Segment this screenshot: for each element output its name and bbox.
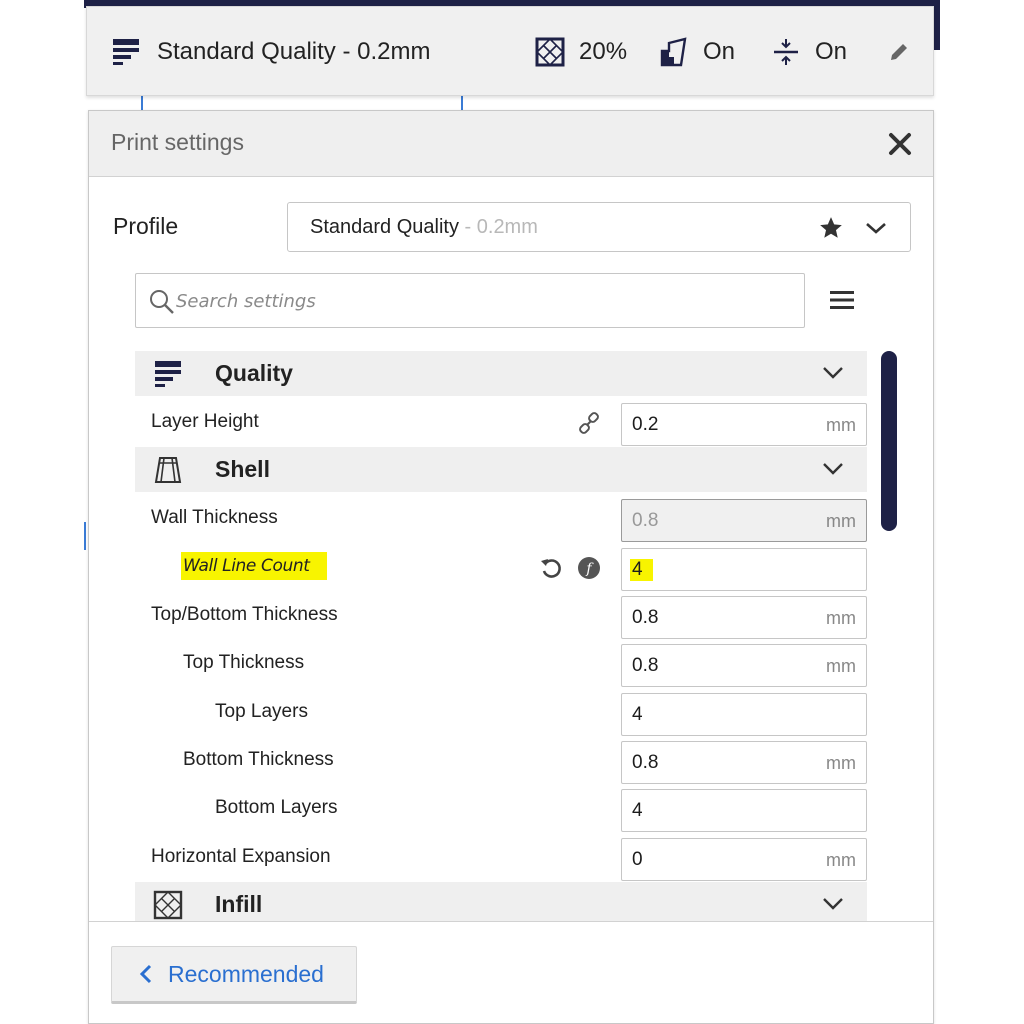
- category-shell[interactable]: Shell: [135, 447, 867, 492]
- close-icon[interactable]: [885, 129, 915, 159]
- header-adhesion[interactable]: On: [771, 7, 847, 97]
- settings-list: Quality Layer Height 0.2 mm Shell Wall T…: [135, 351, 867, 921]
- star-icon[interactable]: [818, 215, 844, 241]
- divider-tick: [141, 96, 143, 110]
- horizontal-expansion-input[interactable]: 0 mm: [621, 838, 867, 881]
- print-settings-panel: Print settings Profile Standard Quality …: [88, 110, 934, 1024]
- setting-label: Top/Bottom Thickness: [151, 604, 338, 625]
- search-settings[interactable]: [135, 273, 805, 328]
- formula-icon[interactable]: f: [577, 556, 601, 580]
- setting-label: Wall Thickness: [151, 507, 278, 528]
- layer-height-input[interactable]: 0.2 mm: [621, 403, 867, 446]
- header-infill[interactable]: 20%: [535, 7, 627, 97]
- quality-icon: [113, 39, 139, 65]
- panel-footer: Recommended: [89, 921, 933, 1023]
- panel-header: Print settings: [89, 111, 933, 177]
- setting-label: Layer Height: [151, 411, 259, 432]
- setting-wall-line-count: Wall Line Count f 4: [135, 544, 867, 592]
- chevron-down-icon[interactable]: [864, 216, 888, 240]
- shell-icon: [154, 457, 182, 483]
- setting-top-thickness: Top Thickness 0.8 mm: [135, 640, 867, 688]
- profile-dropdown[interactable]: Standard Quality - 0.2mm: [287, 202, 911, 252]
- setting-top-layers: Top Layers 4: [135, 689, 867, 737]
- search-input[interactable]: [176, 284, 776, 318]
- bottom-layers-input[interactable]: 4: [621, 789, 867, 832]
- wall-thickness-input[interactable]: 0.8 mm: [621, 499, 867, 542]
- bottom-thickness-input[interactable]: 0.8 mm: [621, 741, 867, 784]
- panel-title: Print settings: [111, 129, 244, 155]
- reset-icon[interactable]: [539, 556, 563, 580]
- header-infill-value: 20%: [579, 38, 628, 65]
- setting-bottom-layers: Bottom Layers 4: [135, 785, 867, 833]
- setting-top-bottom-thickness: Top/Bottom Thickness 0.8 mm: [135, 592, 867, 640]
- setting-label: Bottom Thickness: [183, 749, 334, 770]
- setting-horizontal-expansion: Horizontal Expansion 0 mm: [135, 834, 867, 882]
- header-quality[interactable]: Standard Quality - 0.2mm: [111, 7, 430, 97]
- setting-layer-height: Layer Height 0.2 mm: [135, 399, 867, 447]
- profile-name: Standard Quality - 0.2mm: [310, 216, 538, 238]
- recommended-button[interactable]: Recommended: [111, 946, 357, 1004]
- infill-icon: [535, 37, 565, 67]
- top-thickness-input[interactable]: 0.8 mm: [621, 644, 867, 687]
- print-setup-header[interactable]: Standard Quality - 0.2mm 20% On On: [86, 6, 934, 96]
- divider-tick: [461, 96, 463, 110]
- support-icon: [660, 37, 687, 67]
- adhesion-icon: [774, 39, 798, 65]
- setting-label: Wall Line Count: [181, 552, 328, 580]
- category-quality[interactable]: Quality: [135, 351, 867, 396]
- profile-sub: - 0.2mm: [458, 216, 538, 238]
- infill-icon: [153, 890, 183, 920]
- top-bottom-thickness-input[interactable]: 0.8 mm: [621, 596, 867, 639]
- header-adhesion-value: On: [815, 38, 848, 65]
- link-icon[interactable]: [577, 411, 601, 435]
- header-quality-label: Standard Quality - 0.2mm: [157, 38, 431, 65]
- setting-label: Top Layers: [215, 701, 308, 722]
- setting-label: Bottom Layers: [215, 797, 338, 818]
- setting-bottom-thickness: Bottom Thickness 0.8 mm: [135, 737, 867, 785]
- chevron-down-icon[interactable]: [821, 363, 845, 383]
- category-title: Infill: [215, 891, 263, 917]
- header-support[interactable]: On: [659, 7, 735, 97]
- chevron-left-icon: [139, 964, 152, 984]
- search-icon: [150, 290, 174, 314]
- category-title: Shell: [215, 456, 270, 482]
- category-infill[interactable]: Infill: [135, 882, 867, 921]
- top-layers-input[interactable]: 4: [621, 693, 867, 736]
- recommended-label: Recommended: [168, 960, 324, 987]
- settings-menu-icon[interactable]: [829, 287, 855, 313]
- pencil-icon[interactable]: [887, 40, 911, 64]
- wall-line-count-input[interactable]: 4: [621, 548, 867, 591]
- header-support-value: On: [703, 38, 736, 65]
- quality-icon: [155, 361, 181, 387]
- chevron-down-icon[interactable]: [821, 459, 845, 479]
- setting-label: Top Thickness: [183, 652, 305, 673]
- profile-label: Profile: [113, 213, 179, 239]
- divider-tick: [84, 522, 86, 550]
- setting-wall-thickness: Wall Thickness 0.8 mm: [135, 495, 867, 543]
- header-edit[interactable]: [887, 7, 925, 97]
- category-title: Quality: [215, 360, 293, 386]
- settings-scrollbar[interactable]: [881, 351, 897, 531]
- chevron-down-icon[interactable]: [821, 894, 845, 914]
- setting-label: Horizontal Expansion: [151, 846, 331, 867]
